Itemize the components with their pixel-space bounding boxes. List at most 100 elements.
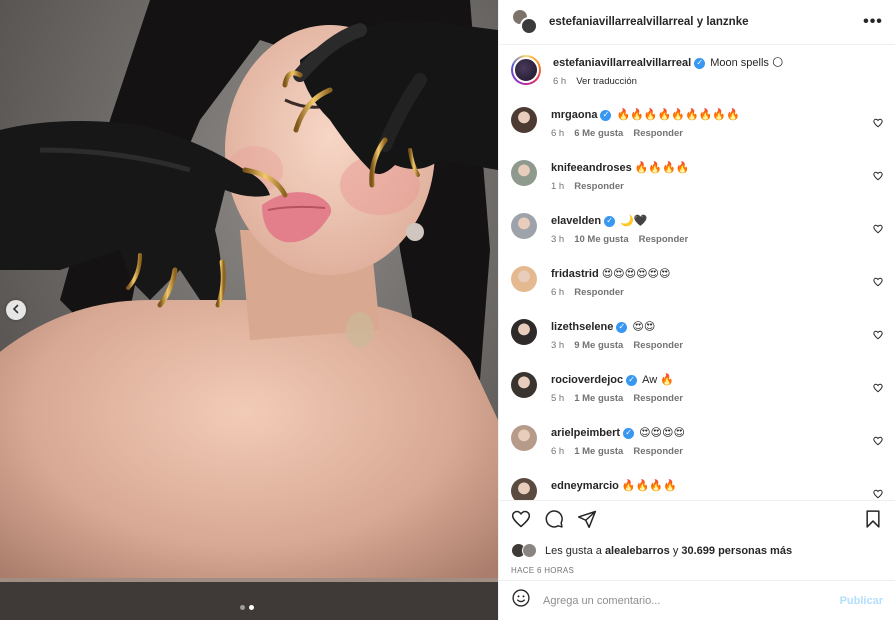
likes-summary[interactable]: Les gusta a alealebarros y 30.699 person… bbox=[499, 543, 895, 559]
comment-item: rocioverdejoc ✓ Aw 🔥 5 h 1 Me gusta Responder bbox=[499, 372, 895, 425]
comment-time[interactable]: 6 h bbox=[551, 446, 564, 457]
comment-time[interactable]: 3 h bbox=[551, 340, 564, 351]
collab-username[interactable]: lanznke bbox=[706, 16, 748, 28]
author-username[interactable]: estefaniavillarrealvillarreal bbox=[549, 16, 694, 28]
comments-list[interactable]: estefaniavillarrealvillarreal ✓ Moon spe… bbox=[499, 45, 895, 500]
comment-likes[interactable]: 1 Me gusta bbox=[574, 393, 623, 404]
story-avatar[interactable] bbox=[511, 55, 541, 85]
comment-item: fridastrid 😍😍😍😍😍😍 6 h Responder bbox=[499, 266, 895, 319]
avatar[interactable] bbox=[511, 107, 537, 133]
like-comment-button[interactable] bbox=[873, 433, 883, 446]
comment-input[interactable] bbox=[543, 594, 840, 607]
verified-badge-icon: ✓ bbox=[604, 215, 616, 227]
heart-icon bbox=[511, 510, 531, 527]
comment-username[interactable]: lizethselene bbox=[551, 319, 613, 335]
comment-likes[interactable]: 1 Me gusta bbox=[574, 446, 623, 457]
liker-username[interactable]: alealebarros bbox=[605, 545, 670, 557]
comment-text: 😍😍😍😍😍😍 bbox=[601, 268, 671, 280]
avatar bbox=[513, 57, 539, 83]
like-comment-button[interactable] bbox=[873, 380, 883, 393]
comment-item: elavelden ✓ 🌙🖤 3 h 10 Me gusta Responder bbox=[499, 213, 895, 266]
like-comment-button[interactable] bbox=[873, 274, 883, 287]
carousel-prev-button[interactable] bbox=[6, 300, 26, 320]
comment-username[interactable]: rocioverdejoc bbox=[551, 372, 623, 388]
comment-time[interactable]: 6 h bbox=[551, 128, 564, 139]
reply-button[interactable]: Responder bbox=[633, 340, 683, 351]
avatar[interactable] bbox=[511, 319, 537, 345]
comment-item: lizethselene ✓ 😍😍 3 h 9 Me gusta Responder bbox=[499, 319, 895, 372]
heart-icon bbox=[873, 489, 883, 499]
add-comment-bar: Publicar bbox=[499, 580, 895, 620]
comment-time[interactable]: 6 h bbox=[551, 287, 564, 298]
avatar[interactable] bbox=[511, 160, 537, 186]
comment-username[interactable]: arielpeimbert bbox=[551, 425, 620, 441]
post-media[interactable] bbox=[0, 0, 498, 620]
comment-username[interactable]: fridastrid bbox=[551, 266, 599, 282]
post-header: estefaniavillarrealvillarreal y lanznke … bbox=[499, 0, 895, 45]
reply-button[interactable]: Responder bbox=[633, 446, 683, 457]
avatar bbox=[520, 17, 538, 35]
carousel-dot bbox=[240, 605, 245, 610]
authors-connector: y bbox=[696, 16, 704, 28]
comment-text: 😍😍 bbox=[632, 321, 656, 333]
avatar[interactable] bbox=[511, 213, 537, 239]
reply-button[interactable]: Responder bbox=[639, 234, 689, 245]
avatar[interactable] bbox=[511, 425, 537, 451]
avatar[interactable] bbox=[511, 478, 537, 500]
save-button[interactable] bbox=[863, 509, 883, 534]
caption-username[interactable]: estefaniavillarrealvillarreal bbox=[553, 55, 691, 71]
post-authors: estefaniavillarrealvillarreal y lanznke bbox=[549, 16, 863, 28]
collab-avatars[interactable] bbox=[511, 8, 541, 36]
reply-button[interactable]: Responder bbox=[633, 128, 683, 139]
comment-time[interactable]: 3 h bbox=[551, 234, 564, 245]
comment-likes[interactable]: 9 Me gusta bbox=[574, 340, 623, 351]
avatar bbox=[522, 543, 537, 558]
likes-others[interactable]: 30.699 personas más bbox=[681, 545, 792, 557]
avatar[interactable] bbox=[511, 266, 537, 292]
emoji-button[interactable] bbox=[511, 588, 531, 613]
reply-button[interactable]: Responder bbox=[574, 287, 624, 298]
comment-username[interactable]: knifeeandroses bbox=[551, 160, 632, 176]
comment-time[interactable]: 1 h bbox=[551, 181, 564, 192]
caption-time[interactable]: 6 h bbox=[553, 76, 566, 87]
post-caption: estefaniavillarrealvillarreal ✓ Moon spe… bbox=[499, 55, 895, 107]
share-button[interactable] bbox=[577, 509, 597, 534]
verified-badge-icon: ✓ bbox=[694, 57, 706, 69]
comment-item: edneymarcio 🔥🔥🔥🔥 bbox=[499, 478, 895, 500]
reply-button[interactable]: Responder bbox=[633, 393, 683, 404]
like-comment-button[interactable] bbox=[873, 486, 883, 499]
heart-icon bbox=[873, 171, 883, 181]
comment-likes[interactable]: 6 Me gusta bbox=[574, 128, 623, 139]
publish-button[interactable]: Publicar bbox=[840, 595, 883, 607]
more-options-button[interactable]: ••• bbox=[863, 13, 883, 31]
send-icon bbox=[577, 510, 597, 528]
carousel-dot-active bbox=[249, 605, 254, 610]
comment-username[interactable]: elavelden bbox=[551, 213, 601, 229]
comment-item: mrgaona ✓ 🔥🔥🔥🔥🔥🔥🔥🔥🔥 6 h 6 Me gusta Responder bbox=[499, 107, 895, 160]
heart-icon bbox=[873, 118, 883, 128]
comment-text: 😍😍😍😍 bbox=[639, 427, 685, 439]
post-sidebar: estefaniavillarrealvillarreal y lanznke … bbox=[498, 0, 895, 620]
translate-link[interactable]: Ver traducción bbox=[576, 76, 637, 87]
comment-item: knifeeandroses 🔥🔥🔥🔥 1 h Responder bbox=[499, 160, 895, 213]
comment-time[interactable]: 5 h bbox=[551, 393, 564, 404]
like-comment-button[interactable] bbox=[873, 327, 883, 340]
comment-text: 🔥🔥🔥🔥 bbox=[621, 480, 677, 492]
reply-button[interactable]: Responder bbox=[574, 181, 624, 192]
comment-text: 🔥🔥🔥🔥 bbox=[634, 162, 690, 174]
comment-username[interactable]: edneymarcio bbox=[551, 478, 619, 494]
comment-text: 🌙🖤 bbox=[620, 215, 648, 227]
bookmark-icon bbox=[866, 509, 880, 528]
avatar[interactable] bbox=[511, 372, 537, 398]
comment-button[interactable] bbox=[544, 509, 564, 534]
like-comment-button[interactable] bbox=[873, 115, 883, 128]
like-comment-button[interactable] bbox=[873, 168, 883, 181]
post-timestamp[interactable]: HACE 6 HORAS bbox=[499, 566, 895, 575]
more-icon: ••• bbox=[863, 13, 883, 30]
caption-text: Moon spells 🌕 bbox=[710, 57, 784, 69]
heart-icon bbox=[873, 330, 883, 340]
comment-username[interactable]: mrgaona bbox=[551, 107, 597, 123]
like-comment-button[interactable] bbox=[873, 221, 883, 234]
like-button[interactable] bbox=[511, 509, 531, 534]
comment-likes[interactable]: 10 Me gusta bbox=[574, 234, 628, 245]
